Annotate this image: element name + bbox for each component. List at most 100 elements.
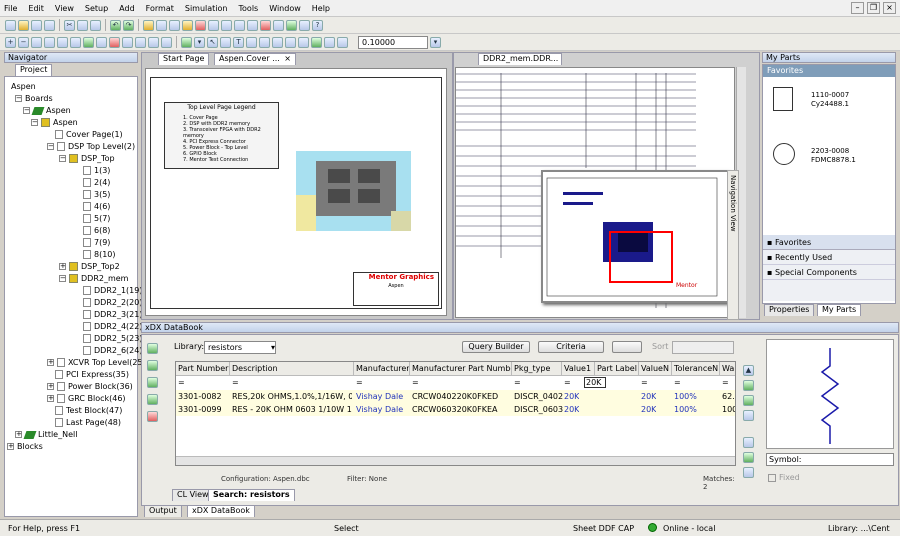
cut-icon[interactable]: ✂	[64, 19, 75, 31]
report-icon[interactable]	[299, 19, 310, 31]
tab-cover[interactable]: Aspen.Cover ... ×	[214, 53, 296, 65]
mirror-icon[interactable]	[148, 36, 159, 48]
tree-page[interactable]: − DSP Top Level(2)	[47, 141, 135, 152]
property-icon[interactable]	[324, 36, 335, 48]
net-icon[interactable]	[182, 19, 193, 31]
replace-icon[interactable]	[221, 19, 232, 31]
menu-help[interactable]: Help	[312, 4, 330, 13]
undo-icon[interactable]: ↶	[110, 19, 121, 31]
filter-op[interactable]: =	[674, 376, 681, 389]
tree-page[interactable]: 7(9)	[83, 237, 110, 248]
polyline-icon[interactable]	[298, 36, 309, 48]
filter-op[interactable]: =	[178, 376, 185, 389]
menu-edit[interactable]: Edit	[28, 4, 44, 13]
tab-ddr2-mem[interactable]: DDR2_mem.DDR...	[478, 53, 562, 65]
criteria-button[interactable]: Criteria	[538, 341, 604, 353]
ellipsis-icon[interactable]	[743, 410, 754, 421]
arc-icon[interactable]	[285, 36, 296, 48]
open-icon[interactable]	[18, 19, 29, 31]
filter-value-input[interactable]: 20K	[584, 377, 606, 388]
column-header[interactable]: Manufacturer	[354, 362, 410, 376]
new-icon[interactable]	[5, 19, 16, 31]
menu-file[interactable]: File	[4, 4, 17, 13]
stop-icon[interactable]	[195, 19, 206, 31]
circle-icon[interactable]	[272, 36, 283, 48]
column-header[interactable]: ToleranceN	[672, 362, 720, 376]
rect-icon[interactable]	[259, 36, 270, 48]
nav-view-tab[interactable]: Navigation View	[727, 170, 739, 320]
tree-page[interactable]: DDR2_2(20)	[83, 297, 142, 308]
tree-page[interactable]: 5(7)	[83, 213, 110, 224]
up-icon[interactable]: ▲	[743, 365, 754, 376]
pointer-icon[interactable]: ↖	[207, 36, 218, 48]
column-header[interactable]: Part Number	[176, 362, 230, 376]
tree-blocks[interactable]: + Blocks	[7, 441, 43, 452]
menu-simulation[interactable]: Simulation	[185, 4, 228, 13]
tree-board-aspen[interactable]: − Aspen	[23, 105, 71, 116]
tree-aspen-sch[interactable]: − Aspen	[31, 117, 78, 128]
tree-page[interactable]: DDR2_3(21)	[83, 309, 142, 320]
menu-setup[interactable]: Setup	[85, 4, 108, 13]
tab-start-page[interactable]: Start Page	[158, 53, 210, 65]
menu-view[interactable]: View	[55, 4, 74, 13]
filter-parts-icon[interactable]	[147, 394, 158, 405]
flag-icon[interactable]	[743, 452, 754, 463]
close-icon[interactable]: ×	[883, 2, 896, 14]
column-header[interactable]: Pkg_type	[512, 362, 562, 376]
cell-manufacturer[interactable]: Vishay Dale	[356, 403, 403, 416]
probe-icon[interactable]	[181, 36, 192, 48]
tree-page[interactable]: Last Page(48)	[55, 417, 121, 428]
tree-page[interactable]: DDR2_5(23)	[83, 333, 142, 344]
verify-icon[interactable]	[147, 377, 158, 388]
column-header[interactable]: Description	[230, 362, 354, 376]
zoom-fit-icon[interactable]	[31, 36, 42, 48]
tree-page[interactable]: PCI Express(35)	[55, 369, 129, 380]
delete-icon[interactable]	[109, 36, 120, 48]
symbol-icon[interactable]	[311, 36, 322, 48]
tab-databook[interactable]: xDX DataBook	[187, 505, 255, 517]
filter-op[interactable]: =	[232, 376, 239, 389]
blank-button[interactable]	[612, 341, 642, 353]
chevron-down-icon[interactable]: ▾	[430, 36, 441, 48]
attributes-icon[interactable]	[337, 36, 348, 48]
attach-icon[interactable]	[743, 437, 754, 448]
column-header[interactable]: Part Label	[595, 362, 639, 376]
tree-page[interactable]: 1(3)	[83, 165, 110, 176]
zoom-value-input[interactable]: 0.10000	[358, 35, 428, 49]
query-builder-button[interactable]: Query Builder	[462, 341, 530, 353]
part-item[interactable]: 1110-0007 Cy24488.1	[811, 91, 849, 109]
symbol-select[interactable]: Symbol: passive_discrete:Res_5	[766, 453, 894, 466]
package-icon[interactable]	[247, 19, 258, 31]
tab-search-resistors[interactable]: Search: resistors	[208, 489, 295, 501]
select-all-icon[interactable]	[96, 36, 107, 48]
tab-output[interactable]: Output	[144, 505, 182, 517]
print-icon[interactable]	[44, 19, 55, 31]
filter-op[interactable]: =	[641, 376, 648, 389]
tab-properties[interactable]: Properties	[764, 304, 815, 316]
column-header[interactable]: Wa	[720, 362, 735, 376]
column-header[interactable]: Manufacturer Part Number	[410, 362, 512, 376]
add-wire-icon[interactable]	[220, 36, 231, 48]
redraw-icon[interactable]	[70, 36, 81, 48]
schematic-sheet[interactable]: Top Level Page Legend 1. Cover Page 2. D…	[145, 68, 447, 316]
help-icon[interactable]: ?	[312, 19, 323, 31]
menu-tools[interactable]: Tools	[239, 4, 259, 13]
menu-window[interactable]: Window	[269, 4, 301, 13]
tree-page[interactable]: DDR2_4(22)	[83, 321, 142, 332]
align-icon[interactable]	[161, 36, 172, 48]
tab-my-parts[interactable]: My Parts	[817, 304, 862, 316]
restore-icon[interactable]: ❐	[867, 2, 880, 14]
tree-root[interactable]: Aspen	[11, 81, 36, 92]
back-annotate-icon[interactable]	[273, 19, 284, 31]
flip-icon[interactable]	[135, 36, 146, 48]
tab-project[interactable]: Project	[15, 64, 53, 76]
column-header[interactable]: ValueN	[639, 362, 672, 376]
filter-op[interactable]: =	[412, 376, 419, 389]
find-icon[interactable]	[208, 19, 219, 31]
tree-page[interactable]: + XCVR Top Level(25)	[47, 357, 146, 368]
tree-block[interactable]: − DDR2_mem	[59, 273, 128, 284]
tree-page[interactable]: 3(5)	[83, 189, 110, 200]
tree-block[interactable]: − DSP_Top	[59, 153, 115, 164]
tree-page[interactable]: 4(6)	[83, 201, 110, 212]
minimize-icon[interactable]: –	[851, 2, 864, 14]
